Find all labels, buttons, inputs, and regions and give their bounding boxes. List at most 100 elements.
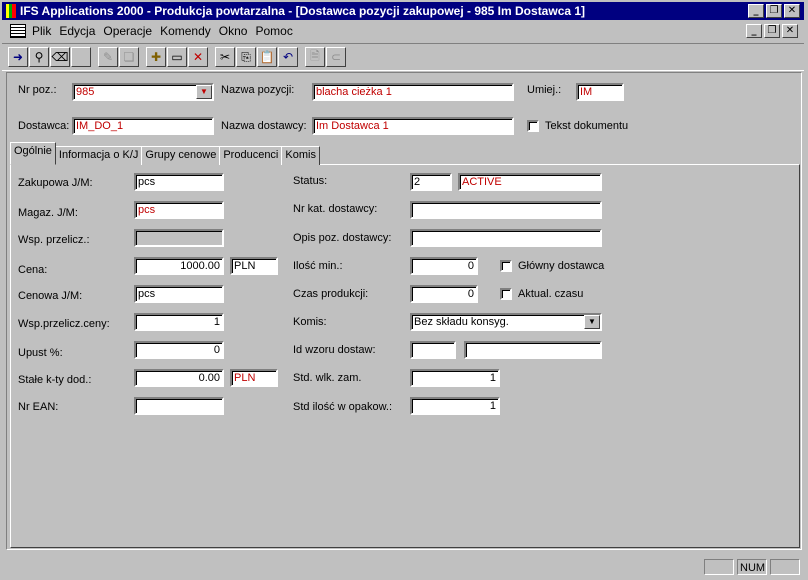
toolbar: ➜ ⚲ ⌫ ✎ ❏ ✚ ▭ ✕ ✂ ⎘ 📋 ↶ 🗎 ⊂ (2, 43, 804, 71)
std-pack-field[interactable]: 1 (410, 397, 500, 415)
conv-factor-field (134, 229, 224, 247)
restore-button[interactable]: ❐ (766, 4, 782, 18)
price-conv-field[interactable]: 1 (134, 313, 224, 331)
ean-field[interactable] (134, 397, 224, 415)
document-icon[interactable]: 🗎 (305, 47, 325, 67)
edit-icon[interactable]: ✎ (98, 47, 118, 67)
min-qty-label: Ilość min.: (293, 260, 343, 272)
price-uom-field[interactable]: pcs (134, 285, 224, 303)
location-label: Umiej.: (527, 84, 562, 96)
template-label: Id wzoru dostaw: (293, 344, 376, 356)
update-time-checkbox[interactable] (500, 288, 512, 300)
supplier-cat-label: Nr kat. dostawcy: (293, 203, 378, 215)
part-no-dropdown-icon[interactable]: ▼ (196, 85, 212, 99)
conv-factor-label: Wsp. przelicz.: (18, 234, 90, 246)
min-qty-field[interactable]: 0 (410, 257, 478, 275)
paste-icon[interactable]: 📋 (257, 47, 277, 67)
attach-icon[interactable]: ⊂ (326, 47, 346, 67)
menu-komendy[interactable]: Komendy (160, 24, 211, 38)
menu-pomoc[interactable]: Pomoc (255, 24, 292, 38)
menu-operacje[interactable]: Operacje (103, 24, 152, 38)
primary-supplier-label: Główny dostawca (518, 260, 605, 272)
child-minimize-button[interactable]: _ (746, 24, 762, 38)
add-cost-currency-field[interactable]: PLN (230, 369, 278, 387)
consignment-dropdown-icon[interactable]: ▼ (584, 315, 600, 329)
copy-icon[interactable]: ⎘ (236, 47, 256, 67)
std-order-label: Std. wlk. zam. (293, 372, 362, 384)
update-time-label: Aktual. czasu (518, 288, 584, 300)
part-name-label: Nazwa pozycji: (221, 84, 295, 96)
menu-edycja[interactable]: Edycja (59, 24, 95, 38)
price-conv-label: Wsp.przelicz.ceny: (18, 318, 110, 330)
price-field[interactable]: 1000.00 (134, 257, 224, 275)
price-label: Cena: (18, 264, 48, 276)
status-bar: NUM (2, 556, 804, 578)
tab-price-groups[interactable]: Grupy cenowe (141, 146, 221, 165)
tab-general[interactable]: Ogólnie (10, 142, 56, 165)
cut-icon[interactable]: ✂ (215, 47, 235, 67)
close-button[interactable]: ✕ (784, 4, 800, 18)
tab-consignment[interactable]: Komis (281, 146, 320, 165)
tab-strip: Ogólnie Informacja o K/J Grupy cenowe Pr… (10, 142, 320, 165)
status-cell-blank (704, 559, 734, 575)
consignment-value: Bez składu konsyg. (414, 316, 509, 328)
supplier-label: Dostawca: (18, 120, 70, 132)
clear-icon[interactable]: ⌫ (50, 47, 70, 67)
minimize-button[interactable]: _ (748, 4, 764, 18)
tab-manufacturers[interactable]: Producenci (219, 146, 283, 165)
location-field[interactable]: IM (576, 83, 624, 101)
primary-supplier-checkbox[interactable] (500, 260, 512, 272)
delete-icon[interactable]: ✕ (188, 47, 208, 67)
num-indicator: NUM (737, 559, 767, 575)
discount-field[interactable]: 0 (134, 341, 224, 359)
tab-kj-info[interactable]: Informacja o K/J (54, 146, 143, 165)
supplier-name-field[interactable]: Im Dostawca 1 (312, 117, 514, 135)
lead-time-field[interactable]: 0 (410, 285, 478, 303)
add-cost-field[interactable]: 0.00 (134, 369, 224, 387)
part-name-field[interactable]: blacha cieżka 1 (312, 83, 514, 101)
inv-uom-label: Magaz. J/M: (18, 207, 78, 219)
menu-bar: Plik Edycja Operacje Komendy Okno Pomoc … (2, 21, 804, 41)
lead-time-label: Czas produkcji: (293, 288, 369, 300)
child-close-button[interactable]: ✕ (782, 24, 798, 38)
template-id-field[interactable] (410, 341, 456, 359)
document-text-checkbox[interactable] (527, 120, 539, 132)
undo-icon[interactable]: ↶ (278, 47, 298, 67)
supplier-field[interactable]: IM_DO_1 (72, 117, 214, 135)
supplier-desc-label: Opis poz. dostawcy: (293, 232, 392, 244)
document-text-label: Tekst dokumentu (545, 120, 629, 132)
status-cell-blank-2 (770, 559, 800, 575)
purch-uom-label: Zakupowa J/M: (18, 177, 93, 189)
std-order-field[interactable]: 1 (410, 369, 500, 387)
inv-uom-field[interactable]: pcs (134, 201, 224, 219)
consignment-label: Komis: (293, 316, 327, 328)
blank-icon[interactable] (71, 47, 91, 67)
supplier-desc-field[interactable] (410, 229, 602, 247)
template-desc-field[interactable] (464, 341, 602, 359)
supplier-cat-field[interactable] (410, 201, 602, 219)
part-no-field[interactable]: 985 ▼ (72, 83, 214, 101)
status-text-field[interactable]: ACTIVE (458, 173, 602, 191)
part-no-value: 985 (76, 86, 95, 98)
part-no-label: Nr poz.: (18, 84, 57, 96)
open-icon[interactable]: ▭ (167, 47, 187, 67)
window-title: IFS Applications 2000 - Produkcja powtar… (20, 4, 586, 18)
document-window-icon[interactable] (10, 24, 26, 38)
price-currency-field[interactable]: PLN (230, 257, 278, 275)
add-cost-label: Stałe k-ty dod.: (18, 374, 92, 386)
consignment-select[interactable]: Bez składu konsyg. ▼ (410, 313, 602, 331)
find-icon[interactable]: ⚲ (29, 47, 49, 67)
menu-plik[interactable]: Plik (32, 24, 51, 38)
title-bar: IFS Applications 2000 - Produkcja powtar… (2, 2, 804, 20)
menu-okno[interactable]: Okno (219, 24, 248, 38)
price-uom-label: Cenowa J/M: (18, 290, 83, 302)
supplier-name-label: Nazwa dostawcy: (221, 120, 307, 132)
status-label: Status: (293, 175, 328, 187)
new-icon[interactable]: ✚ (146, 47, 166, 67)
child-restore-button[interactable]: ❐ (764, 24, 780, 38)
status-code-field[interactable]: 2 (410, 173, 452, 191)
app-icon (6, 4, 16, 18)
populate-icon[interactable]: ➜ (8, 47, 28, 67)
duplicate-icon[interactable]: ❏ (119, 47, 139, 67)
purch-uom-field[interactable]: pcs (134, 173, 224, 191)
